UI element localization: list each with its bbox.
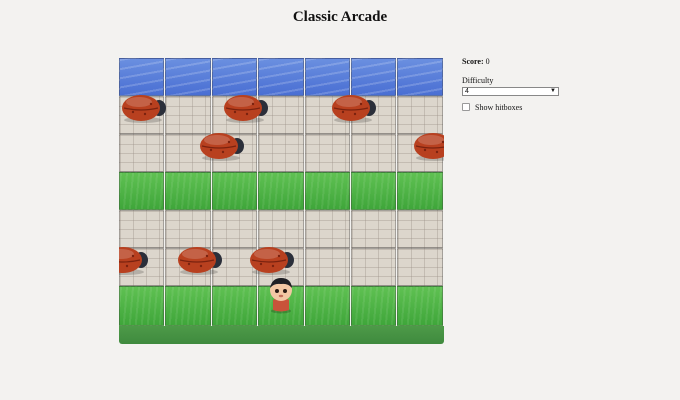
show-hitboxes-label: Show hitboxes (475, 102, 523, 112)
stone-tile (351, 248, 397, 286)
stone-tile (165, 96, 211, 134)
enemy-bug-icon (177, 244, 223, 276)
stone-tile (258, 134, 304, 172)
stone-tile (304, 134, 350, 172)
player-character-icon (264, 276, 298, 314)
enemy-bug-icon (119, 244, 149, 276)
difficulty-label: Difficulty (462, 76, 494, 85)
score-label: Score: (462, 57, 484, 66)
grass-tile (119, 286, 165, 326)
stone-tile (397, 248, 443, 286)
grass-tile (351, 286, 397, 326)
grass-tile (211, 172, 258, 210)
grass-tile (258, 172, 304, 210)
grass-tile (119, 172, 165, 210)
grass-tile (165, 286, 211, 326)
water-tile (165, 58, 211, 96)
enemy-bug-icon (199, 130, 245, 162)
difficulty-selected-value: 4 (465, 88, 469, 95)
stone-tile (351, 134, 397, 172)
enemy-bug-icon (413, 130, 444, 162)
water-tile (397, 58, 443, 96)
show-hitboxes-checkbox[interactable] (462, 103, 470, 111)
score-display: Score: 0 (462, 56, 662, 68)
water-tile (304, 58, 350, 96)
stone-tile (211, 210, 258, 248)
score-value: 0 (485, 57, 490, 66)
stone-tile (165, 210, 211, 248)
grass-tile (304, 286, 350, 326)
stone-tile (119, 210, 165, 248)
game-board[interactable] (119, 58, 444, 344)
stone-tile (304, 210, 350, 248)
stone-tile (397, 210, 443, 248)
water-tile (351, 58, 397, 96)
stone-tile (351, 210, 397, 248)
difficulty-select[interactable]: 4 ▼ (462, 87, 559, 96)
sidebar: Score: 0 Difficulty 4 ▼ Show hitboxes (462, 56, 662, 112)
stone-tile (119, 134, 165, 172)
water-tile (258, 58, 304, 96)
game-page: Classic Arcade Score: 0 Difficulty 4 ▼ S… (0, 0, 680, 400)
water-tile (211, 58, 258, 96)
water-tile (119, 58, 165, 96)
grass-tile (397, 286, 443, 326)
grass-edge (119, 326, 444, 344)
enemy-bug-icon (249, 244, 295, 276)
enemy-bug-icon (223, 92, 269, 124)
page-title: Classic Arcade (292, 9, 388, 25)
stone-tile (258, 210, 304, 248)
show-hitboxes-option[interactable]: Show hitboxes (462, 102, 662, 112)
stone-tile (304, 248, 350, 286)
enemy-bug-icon (121, 92, 167, 124)
grass-tile (304, 172, 350, 210)
stone-tile (397, 96, 443, 134)
grass-tile (397, 172, 443, 210)
grass-tile (165, 172, 211, 210)
grass-tile (211, 286, 258, 326)
grass-tile (351, 172, 397, 210)
chevron-down-icon: ▼ (550, 88, 556, 94)
enemy-bug-icon (331, 92, 377, 124)
